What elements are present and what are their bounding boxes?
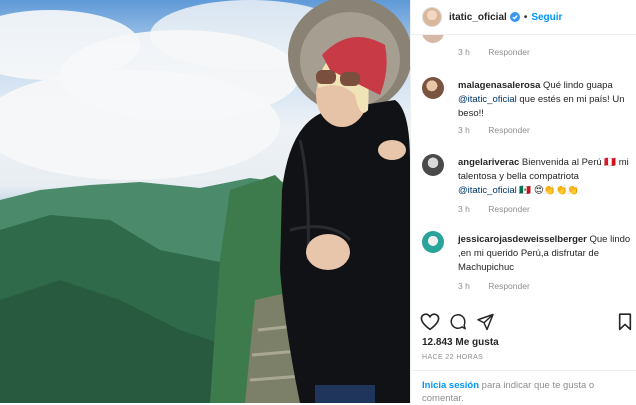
post-photo[interactable]: [0, 0, 410, 403]
post-timestamp: HACE 22 HORAS: [422, 354, 484, 361]
avatar[interactable]: [422, 154, 444, 176]
comment-meta: 3 h Responder: [458, 281, 546, 291]
login-link[interactable]: Inicia sesión: [422, 380, 479, 391]
comment-time: 3 h: [458, 204, 470, 214]
post-details-panel: itatic_oficial • Seguir 3 h Responder ma…: [410, 0, 636, 404]
mention-link[interactable]: @itatic_oficial: [458, 185, 517, 196]
comment-meta: 3 h Responder: [458, 47, 546, 57]
comment-text: jessicarojasdeweisselberger Que lindo ,e…: [458, 234, 631, 273]
comment-username[interactable]: angelariverac: [458, 157, 519, 168]
comment-meta: 3 h Responder: [458, 204, 546, 214]
comment-time: 3 h: [458, 125, 470, 135]
separator-dot: •: [523, 11, 528, 23]
heart-icon[interactable]: [420, 313, 440, 331]
share-icon[interactable]: [476, 313, 495, 331]
likes-count[interactable]: 12.843 Me gusta: [422, 337, 499, 348]
comment-text: angelariverac Bienvenida al Perú 🇵🇪 mi t…: [458, 157, 629, 196]
avatar[interactable]: [422, 231, 444, 253]
comment-time: 3 h: [458, 281, 470, 291]
person-illustration: [280, 0, 410, 403]
post-username[interactable]: itatic_oficial: [449, 12, 507, 23]
comment-text: malagenasalerosa Qué lindo guapa @itatic…: [458, 80, 625, 119]
comment-meta: 3 h Responder: [458, 125, 546, 135]
comment-username[interactable]: malagenasalerosa: [458, 80, 540, 91]
reply-button[interactable]: Responder: [488, 47, 530, 57]
comment-icon[interactable]: [448, 313, 468, 331]
reply-button[interactable]: Responder: [488, 125, 530, 135]
comments-list[interactable]: 3 h Responder malagenasalerosa Qué lindo…: [411, 35, 636, 307]
verified-badge-icon: [509, 12, 520, 22]
avatar[interactable]: [422, 35, 444, 43]
bookmark-icon[interactable]: [618, 313, 632, 331]
comment-username[interactable]: jessicarojasdeweisselberger: [458, 234, 587, 245]
post-header: itatic_oficial • Seguir: [411, 0, 636, 35]
avatar[interactable]: [422, 77, 444, 99]
follow-button[interactable]: Seguir: [531, 12, 562, 23]
mention-link[interactable]: @itatic_oficial: [458, 94, 517, 105]
reply-button[interactable]: Responder: [488, 281, 530, 291]
avatar[interactable]: [422, 7, 442, 27]
comment-time: 3 h: [458, 47, 470, 57]
reply-button[interactable]: Responder: [488, 204, 530, 214]
action-bar: [420, 311, 632, 333]
login-prompt: Inicia sesión para indicar que te gusta …: [411, 370, 636, 404]
